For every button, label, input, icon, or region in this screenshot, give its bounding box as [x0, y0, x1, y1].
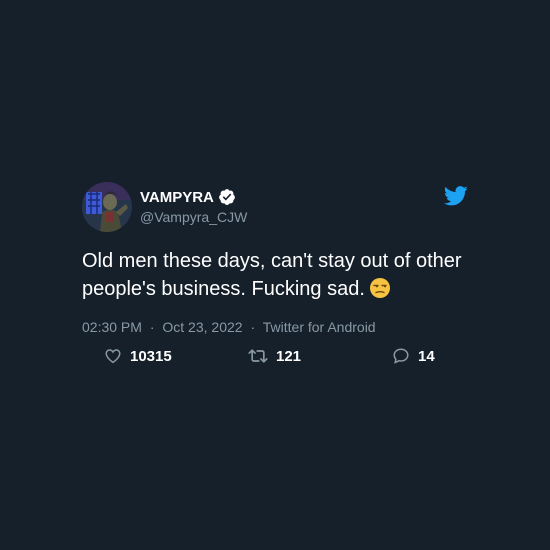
tweet-actions: 10315 121 14 — [82, 347, 472, 371]
verified-badge-icon — [218, 188, 236, 206]
tweet-time[interactable]: 02:30 PM — [82, 319, 142, 335]
tweet-header: VAMPYRA @Vampyra_CJW — [82, 182, 472, 234]
like-button[interactable]: 10315 — [104, 347, 172, 365]
like-count: 10315 — [130, 347, 172, 365]
twitter-bird-icon[interactable] — [443, 186, 468, 211]
retweet-count: 121 — [276, 347, 302, 365]
meta-separator: · — [149, 319, 155, 335]
meta-separator: · — [250, 319, 256, 335]
user-names: VAMPYRA @Vampyra_CJW — [140, 186, 247, 226]
tweet-text-content: Old men these days, can't stay out of ot… — [82, 250, 462, 300]
heart-icon — [104, 347, 122, 365]
reply-button[interactable]: 14 — [392, 347, 435, 365]
tweet-card: VAMPYRA @Vampyra_CJW Old men these days,… — [82, 182, 472, 371]
tweet-date[interactable]: Oct 23, 2022 — [162, 319, 242, 335]
reply-bubble-icon — [392, 347, 410, 365]
tweet-source[interactable]: Twitter for Android — [263, 319, 376, 335]
display-name[interactable]: VAMPYRA — [140, 189, 214, 206]
retweet-button[interactable]: 121 — [248, 347, 301, 365]
tweet-meta: 02:30 PM · Oct 23, 2022 · Twitter for An… — [82, 319, 472, 335]
retweet-icon — [248, 347, 268, 365]
unamused-face-icon — [369, 277, 391, 307]
reply-count: 14 — [418, 347, 435, 365]
avatar[interactable] — [82, 182, 132, 232]
user-handle[interactable]: @Vampyra_CJW — [140, 209, 247, 225]
tweet-text: Old men these days, can't stay out of ot… — [82, 247, 472, 307]
display-name-row: VAMPYRA — [140, 186, 247, 208]
